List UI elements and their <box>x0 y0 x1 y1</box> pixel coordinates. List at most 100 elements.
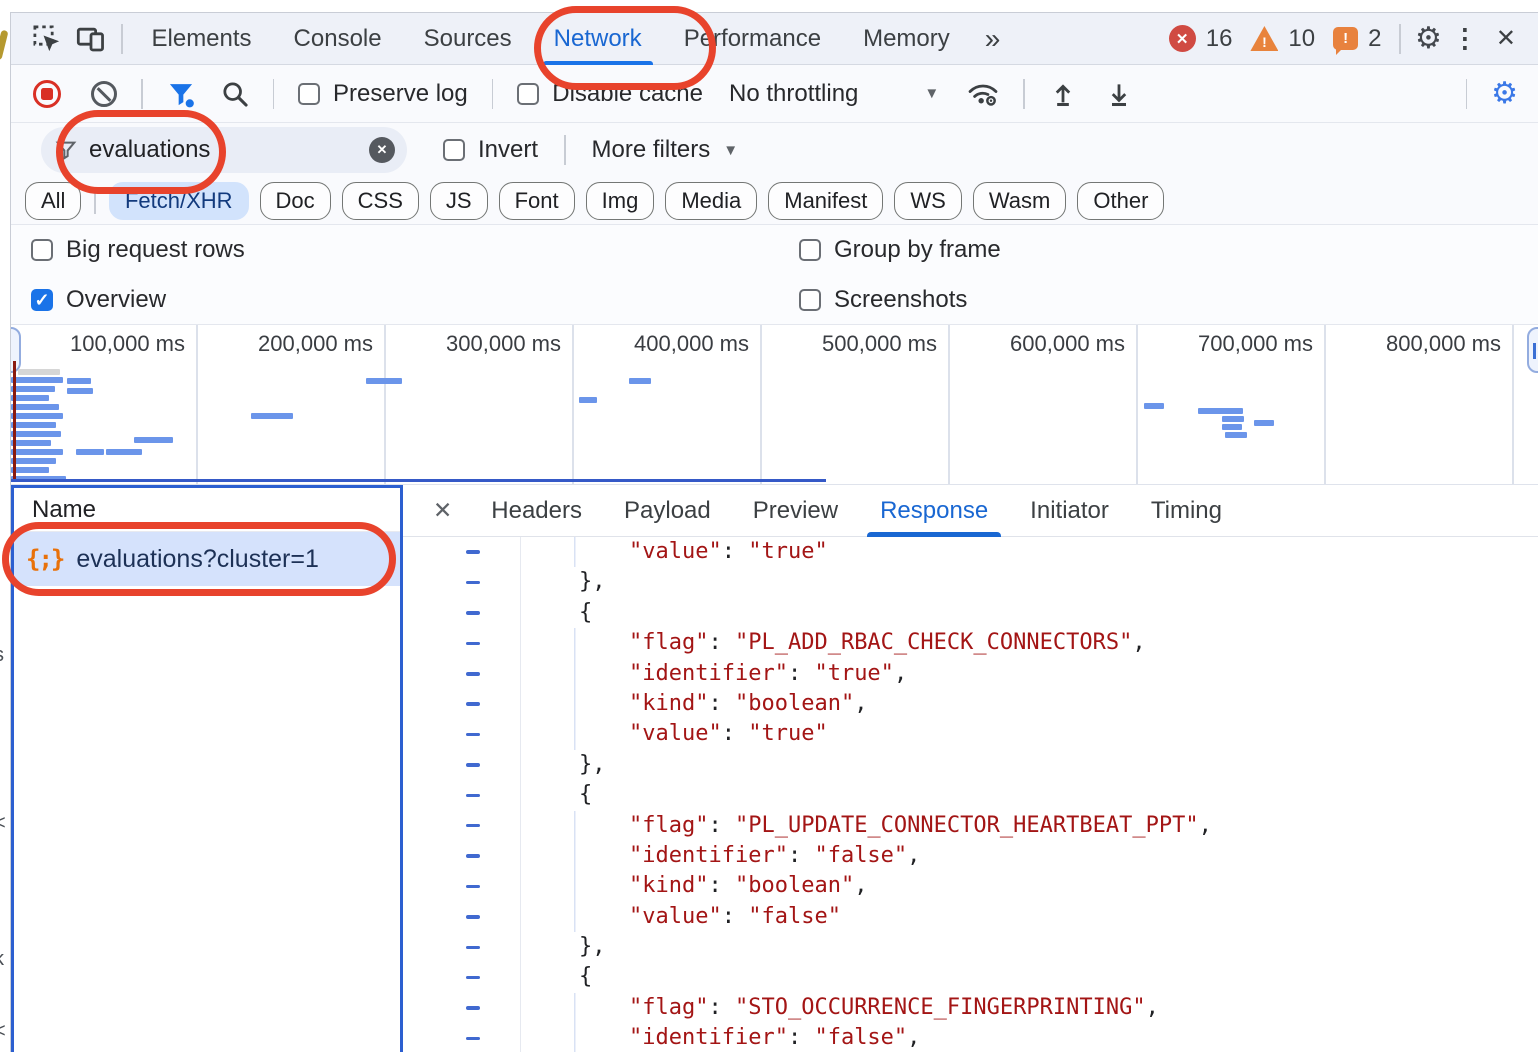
issues-badge-icon[interactable]: ! <box>1333 27 1358 50</box>
filter-input[interactable] <box>89 136 357 164</box>
filter-toggle-button[interactable] <box>167 80 195 108</box>
chip-js[interactable]: JS <box>430 182 488 220</box>
line-marker-dash <box>466 550 480 554</box>
line-gutter <box>403 993 521 1023</box>
chip-other[interactable]: Other <box>1077 182 1164 220</box>
tab-console[interactable]: Console <box>273 13 403 65</box>
devtools-window: ElementsConsoleSourcesNetworkPerformance… <box>10 12 1538 1052</box>
chevron-down-icon: ▼ <box>723 142 738 159</box>
more-filters-dropdown[interactable]: More filters ▼ <box>592 136 739 164</box>
screenshots-checkbox[interactable]: Screenshots <box>799 286 967 314</box>
overview-request-bar <box>11 467 49 473</box>
chip-wasm[interactable]: Wasm <box>973 182 1067 220</box>
chevron-down-icon: ▼ <box>924 85 939 102</box>
kebab-menu-icon[interactable]: ⋮ <box>1442 23 1488 54</box>
record-network-log-button[interactable] <box>33 80 61 108</box>
checkbox-checked[interactable]: ✓ <box>31 289 53 311</box>
request-row-selected[interactable]: {;} evaluations?cluster=1 <box>14 532 400 586</box>
settings-gear-icon[interactable]: ⚙ <box>1415 24 1442 54</box>
tab-network[interactable]: Network <box>533 13 663 65</box>
detail-tab-initiator[interactable]: Initiator <box>1009 485 1130 537</box>
invert-checkbox[interactable]: Invert <box>443 136 538 164</box>
checkbox-unchecked[interactable] <box>517 83 539 105</box>
device-toolbar-button[interactable] <box>69 17 113 61</box>
search-button[interactable] <box>221 80 249 108</box>
detail-tab-preview[interactable]: Preview <box>732 485 859 537</box>
checkbox-unchecked[interactable] <box>298 83 320 105</box>
tab-performance[interactable]: Performance <box>663 13 842 65</box>
detail-tab-payload[interactable]: Payload <box>603 485 732 537</box>
detail-tab-headers[interactable]: Headers <box>470 485 603 537</box>
export-har-button[interactable] <box>1105 80 1133 108</box>
error-badge-icon[interactable]: ✕ <box>1169 25 1196 52</box>
overview-request-bar <box>1219 408 1243 414</box>
chip-ws[interactable]: WS <box>894 182 961 220</box>
chip-css[interactable]: CSS <box>342 182 419 220</box>
chip-doc[interactable]: Doc <box>260 182 331 220</box>
overview-right-grip[interactable] <box>1527 327 1538 373</box>
timeline-tick-label: 700,000 ms <box>1198 331 1313 357</box>
network-options: Big request rows Group by frame ✓ Overvi… <box>11 225 1538 325</box>
line-marker-dash <box>466 915 480 919</box>
close-detail-icon[interactable]: ✕ <box>429 497 470 524</box>
overview-request-bar <box>11 440 51 446</box>
chip-all[interactable]: All <box>25 182 81 220</box>
timeline-gridline <box>572 325 574 484</box>
overview-request-bar <box>134 437 173 443</box>
warning-badge-icon[interactable]: ! <box>1250 26 1278 51</box>
filter-row: ✕ Invert More filters ▼ <box>11 123 1538 177</box>
group-by-frame-checkbox[interactable]: Group by frame <box>799 236 1001 264</box>
checkbox-unchecked[interactable] <box>799 239 821 261</box>
response-body-viewer[interactable]: "value": "true"},{"flag": "PL_ADD_RBAC_C… <box>403 537 1538 1052</box>
response-line: "flag": "PL_UPDATE_CONNECTOR_HEARTBEAT_P… <box>403 811 1538 841</box>
response-code-text: }, <box>521 932 1538 962</box>
detail-tab-timing[interactable]: Timing <box>1130 485 1243 537</box>
chip-fetch-xhr[interactable]: Fetch/XHR <box>109 182 249 220</box>
network-conditions-button[interactable] <box>967 80 999 108</box>
response-code-text: }, <box>521 750 1538 780</box>
import-har-button[interactable] <box>1049 80 1077 108</box>
json-braces-icon: {;} <box>26 545 63 573</box>
line-marker-dash <box>466 824 480 828</box>
network-settings-gear-icon[interactable]: ⚙ <box>1491 79 1518 109</box>
timeline-tick-label: 600,000 ms <box>1010 331 1125 357</box>
preserve-log-checkbox[interactable]: Preserve log <box>298 80 468 108</box>
name-column-header[interactable]: Name <box>14 488 400 532</box>
chip-img[interactable]: Img <box>586 182 655 220</box>
response-code-text: "kind": "boolean", <box>521 871 1538 901</box>
chip-media[interactable]: Media <box>665 182 757 220</box>
group-by-frame-label: Group by frame <box>834 236 1001 264</box>
clear-network-log-button[interactable] <box>91 81 117 107</box>
disable-cache-checkbox[interactable]: Disable cache <box>517 80 703 108</box>
line-gutter <box>403 1023 521 1052</box>
chip-manifest[interactable]: Manifest <box>768 182 883 220</box>
network-overview-timeline[interactable]: 100,000 ms200,000 ms300,000 ms400,000 ms… <box>11 325 1538 485</box>
response-code-text: "flag": "STO_OCCURRENCE_FINGERPRINTING", <box>521 993 1538 1023</box>
close-devtools-icon[interactable]: ✕ <box>1488 24 1524 53</box>
response-line: }, <box>403 750 1538 780</box>
checkbox-unchecked[interactable] <box>799 289 821 311</box>
overview-checkbox[interactable]: ✓ Overview <box>31 286 166 314</box>
checkbox-unchecked[interactable] <box>31 239 53 261</box>
inspect-element-button[interactable] <box>25 17 69 61</box>
timeline-tick-label: 300,000 ms <box>446 331 561 357</box>
checkbox-unchecked[interactable] <box>443 139 465 161</box>
big-request-rows-checkbox[interactable]: Big request rows <box>31 236 245 264</box>
tab-memory[interactable]: Memory <box>842 13 971 65</box>
response-code-text: }, <box>521 567 1538 597</box>
clear-filter-icon[interactable]: ✕ <box>369 137 395 163</box>
detail-tab-response[interactable]: Response <box>859 485 1009 537</box>
throttling-select[interactable]: No throttling ▼ <box>729 80 939 108</box>
response-line: }, <box>403 932 1538 962</box>
line-gutter <box>403 628 521 658</box>
response-code-text: "identifier": "true", <box>521 659 1538 689</box>
line-marker-dash <box>466 794 480 798</box>
tab-sources[interactable]: Sources <box>403 13 533 65</box>
chip-font[interactable]: Font <box>499 182 575 220</box>
response-line: "flag": "STO_OCCURRENCE_FINGERPRINTING", <box>403 993 1538 1023</box>
line-marker-dash <box>466 702 480 706</box>
separator <box>141 79 143 109</box>
tab-elements[interactable]: Elements <box>131 13 273 65</box>
more-tabs-button[interactable]: » <box>971 23 1015 55</box>
request-name: evaluations?cluster=1 <box>76 545 319 574</box>
